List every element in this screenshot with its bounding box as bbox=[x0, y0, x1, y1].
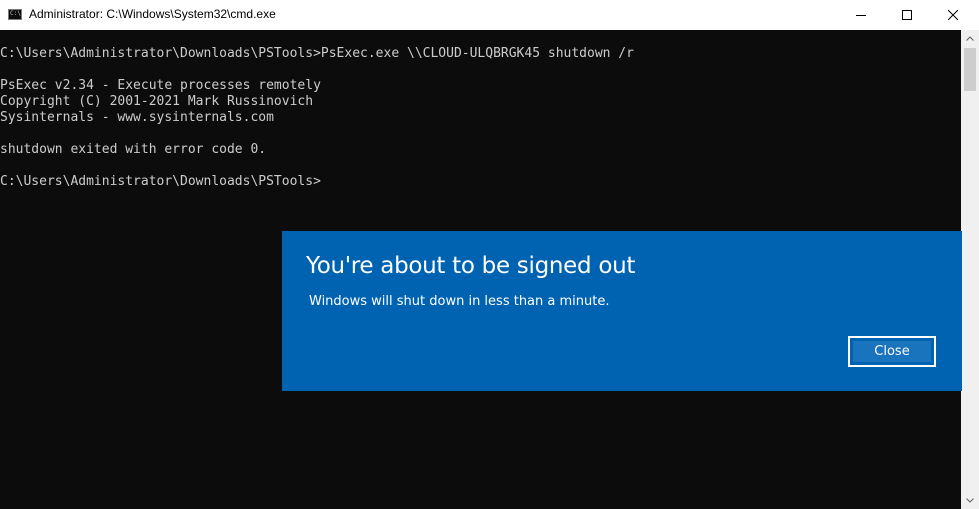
console-line: shutdown exited with error code 0. bbox=[0, 142, 267, 157]
console-prompt: C:\Users\Administrator\Downloads\PSTools… bbox=[0, 174, 321, 189]
close-window-button[interactable] bbox=[930, 0, 976, 30]
dialog-title: You're about to be signed out bbox=[306, 253, 636, 279]
close-button[interactable]: Close bbox=[848, 336, 936, 367]
maximize-button[interactable] bbox=[884, 0, 930, 30]
chevron-up-icon bbox=[966, 36, 974, 41]
minimize-button[interactable] bbox=[838, 0, 884, 30]
console-line: PsExec v2.34 - Execute processes remotel… bbox=[0, 78, 321, 93]
title-bar[interactable]: C:\ Administrator: C:\Windows\System32\c… bbox=[0, 0, 979, 30]
close-button-label: Close bbox=[852, 340, 932, 363]
cmd-app-icon[interactable]: C:\ bbox=[8, 9, 22, 20]
window-title: Administrator: C:\Windows\System32\cmd.e… bbox=[29, 7, 276, 21]
sign-out-dialog: You're about to be signed out Windows wi… bbox=[282, 231, 962, 391]
scroll-thumb[interactable] bbox=[964, 48, 976, 91]
chevron-down-icon bbox=[966, 498, 974, 503]
console-line: C:\Users\Administrator\Downloads\PSTools… bbox=[0, 46, 634, 61]
close-icon bbox=[948, 10, 958, 20]
cmd-app-icon-text: C:\ bbox=[10, 10, 21, 17]
vertical-scrollbar[interactable] bbox=[961, 30, 979, 509]
scroll-up-button[interactable] bbox=[961, 30, 979, 47]
minimize-icon bbox=[856, 15, 866, 16]
console-line: Copyright (C) 2001-2021 Mark Russinovich bbox=[0, 94, 314, 109]
maximize-icon bbox=[902, 10, 912, 20]
scroll-down-button[interactable] bbox=[961, 492, 979, 509]
console-line: Sysinternals - www.sysinternals.com bbox=[0, 110, 274, 125]
dialog-message: Windows will shut down in less than a mi… bbox=[309, 294, 610, 309]
